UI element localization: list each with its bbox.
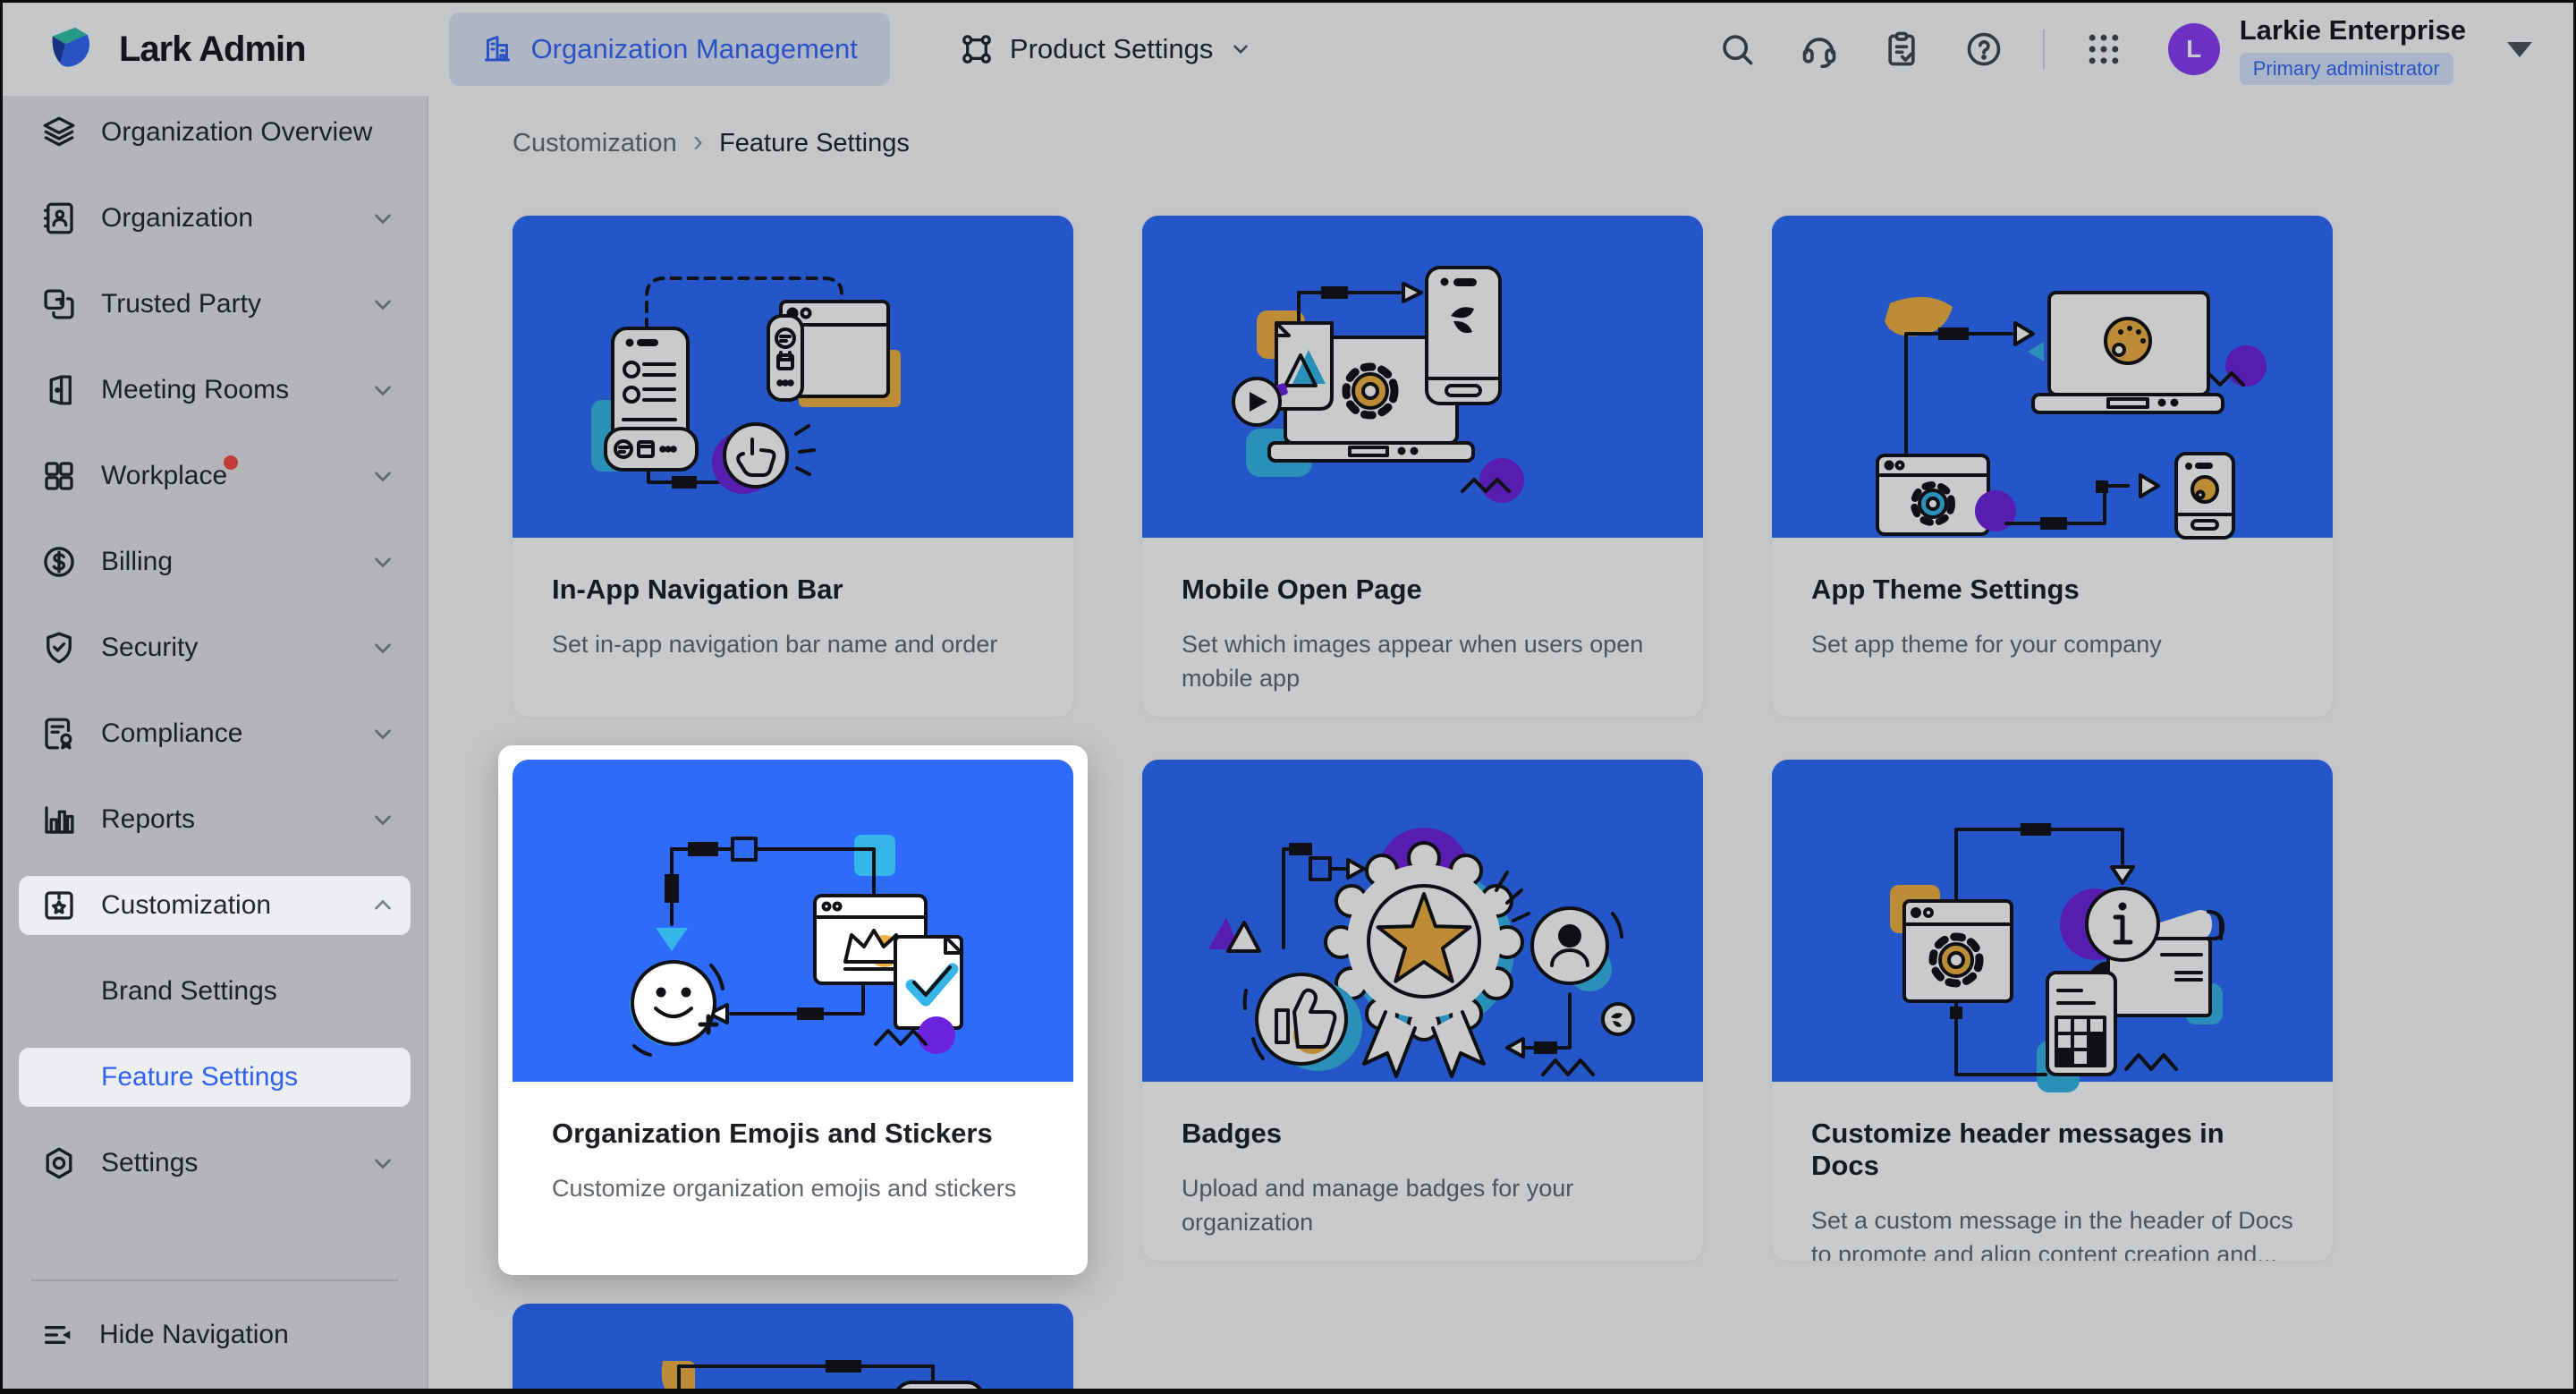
dollar-circle-icon: [40, 543, 78, 581]
layers-icon: [40, 114, 78, 151]
card-title: App Theme Settings: [1811, 574, 2293, 606]
feature-card-app-theme-settings[interactable]: App Theme Settings Set app theme for you…: [1772, 216, 2333, 717]
product-grid-icon: [960, 32, 994, 66]
frame-star-icon: [40, 887, 78, 924]
user-menu-caret-icon[interactable]: [2507, 42, 2532, 57]
chevron-down-icon: [369, 377, 396, 404]
sidebar-divider: [31, 1279, 398, 1281]
card-description: Set in-app navigation bar name and order: [552, 627, 1034, 661]
sidebar-item-brand-settings[interactable]: Brand Settings: [19, 962, 411, 1021]
lark-logo: Lark Admin: [44, 21, 306, 77]
sidebar: Organization Overview Organization Trust…: [3, 96, 428, 1389]
avatar[interactable]: L: [2168, 23, 2220, 75]
doc-seal-icon: [40, 715, 78, 752]
sidebar-item-reports[interactable]: Reports: [19, 790, 411, 849]
tab-label: Organization Management: [531, 33, 858, 65]
top-header: Lark Admin Organization Management Produ…: [3, 3, 2573, 96]
sidebar-item-compliance[interactable]: Compliance: [19, 704, 411, 763]
product-menu-label: Product Settings: [1010, 33, 1213, 65]
chevron-down-icon: [369, 291, 396, 318]
tab-organization-management[interactable]: Organization Management: [449, 13, 890, 86]
lark-admin-window: Lark Admin Organization Management Produ…: [0, 0, 2576, 1394]
sidebar-item-feature-settings[interactable]: Feature Settings: [19, 1048, 411, 1107]
card-illustration-mobile-open: [1142, 216, 1703, 538]
sidebar-item-trusted-party[interactable]: Trusted Party: [19, 275, 411, 334]
building-icon: [481, 33, 513, 65]
chevron-down-icon: [369, 463, 396, 489]
feature-card-organization-emojis-and-stickers[interactable]: Organization Emojis and Stickers Customi…: [513, 760, 1073, 1261]
sidebar-item-organization-overview[interactable]: Organization Overview: [19, 103, 411, 162]
feature-card-in-app-navigation-bar[interactable]: In-App Navigation Bar Set in-app navigat…: [513, 216, 1073, 717]
support-headset-icon[interactable]: [1800, 30, 1839, 69]
chevron-down-icon: [369, 205, 396, 232]
sidebar-item-customization[interactable]: Customization: [19, 876, 411, 935]
breadcrumb-parent[interactable]: Customization: [513, 129, 677, 158]
breadcrumb-current: Feature Settings: [719, 129, 910, 158]
card-description: Upload and manage badges for your organi…: [1182, 1171, 1664, 1240]
sidebar-item-meeting-rooms[interactable]: Meeting Rooms: [19, 361, 411, 420]
meeting-room-door-icon: [40, 371, 78, 409]
sidebar-item-security[interactable]: Security: [19, 618, 411, 677]
bar-chart-icon: [40, 801, 78, 838]
sidebar-item-billing[interactable]: Billing: [19, 532, 411, 591]
card-illustration-partial: [513, 1304, 1073, 1389]
shield-icon: [40, 629, 78, 667]
card-title: Badges: [1182, 1118, 1664, 1150]
chevron-down-icon: [369, 1150, 396, 1177]
lark-logo-icon: [44, 21, 99, 77]
notification-dot: [224, 455, 238, 470]
user-name: Larkie Enterprise: [2240, 14, 2466, 47]
feature-card-badges[interactable]: Badges Upload and manage badges for your…: [1142, 760, 1703, 1261]
card-description: Customize organization emojis and sticke…: [552, 1171, 1034, 1205]
chevron-down-icon: [369, 548, 396, 575]
apps-grid-icon[interactable]: [2084, 30, 2123, 69]
card-illustration-docs-header: [1772, 760, 2333, 1082]
workplace-grid-icon: [40, 457, 78, 495]
sidebar-item-settings[interactable]: Settings: [19, 1134, 411, 1193]
contact-book-icon: [40, 200, 78, 237]
sidebar-item-workplace[interactable]: Workplace: [19, 446, 411, 506]
card-illustration-app-theme: [1772, 216, 2333, 538]
user-block: Larkie Enterprise Primary administrator: [2240, 14, 2466, 85]
hide-navigation-button[interactable]: Hide Navigation: [19, 1306, 411, 1364]
collapse-nav-icon: [40, 1317, 76, 1353]
card-title: In-App Navigation Bar: [552, 574, 1034, 606]
feature-card-partial[interactable]: [513, 1304, 1073, 1389]
sidebar-footer: Hide Navigation: [3, 1279, 427, 1389]
card-illustration-badges: [1142, 760, 1703, 1082]
sidebar-item-organization[interactable]: Organization: [19, 189, 411, 248]
product-settings-menu[interactable]: Product Settings: [960, 32, 1252, 66]
feature-card-mobile-open-page[interactable]: Mobile Open Page Set which images appear…: [1142, 216, 1703, 717]
role-badge: Primary administrator: [2240, 53, 2453, 85]
trusted-party-icon: [40, 285, 78, 323]
chevron-down-icon: [1229, 38, 1252, 61]
card-illustration-emojis: [513, 760, 1073, 1082]
content-area: Customization › Feature Settings: [428, 96, 2573, 1389]
spotlight-highlight: Organization Emojis and Stickers Customi…: [513, 760, 1073, 1261]
feature-card-docs-header-messages[interactable]: Customize header messages in Docs Set a …: [1772, 760, 2333, 1261]
app-title: Lark Admin: [119, 30, 306, 70]
breadcrumb: Customization › Feature Settings: [513, 123, 2573, 164]
card-title: Customize header messages in Docs: [1811, 1118, 2293, 1182]
card-title: Organization Emojis and Stickers: [552, 1118, 1034, 1150]
header-divider: [2043, 30, 2045, 69]
help-icon[interactable]: [1964, 30, 2004, 69]
chevron-up-icon: [369, 892, 396, 919]
chevron-down-icon: [369, 720, 396, 747]
chevron-down-icon: [369, 634, 396, 661]
card-description: Set which images appear when users open …: [1182, 627, 1664, 696]
card-illustration-navigation: [513, 216, 1073, 538]
card-description: Set app theme for your company: [1811, 627, 2293, 661]
header-actions: L Larkie Enterprise Primary administrato…: [1717, 14, 2532, 85]
survey-clipboard-icon[interactable]: [1882, 30, 1921, 69]
search-icon[interactable]: [1717, 30, 1757, 69]
gear-hexagon-icon: [40, 1144, 78, 1182]
card-description: Set a custom message in the header of Do…: [1811, 1203, 2293, 1261]
card-title: Mobile Open Page: [1182, 574, 1664, 606]
breadcrumb-separator-icon: ›: [693, 126, 703, 157]
chevron-down-icon: [369, 806, 396, 833]
feature-cards-grid: In-App Navigation Bar Set in-app navigat…: [513, 216, 2573, 1389]
